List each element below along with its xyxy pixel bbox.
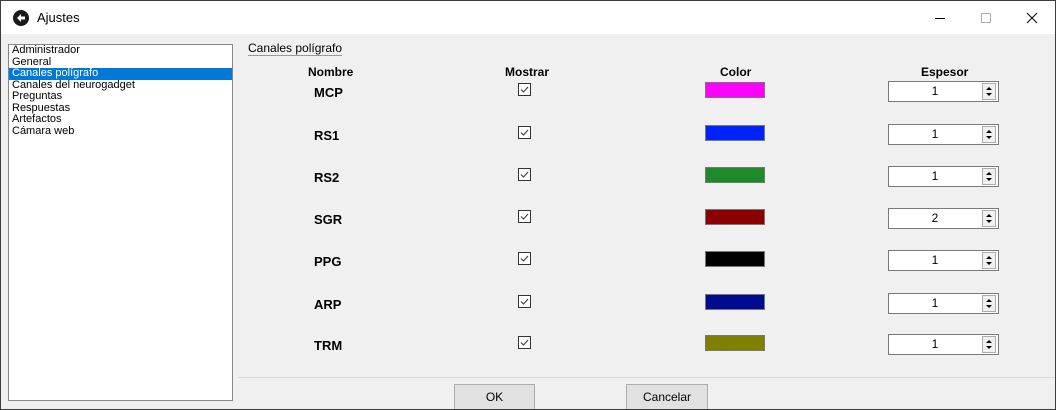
minimize-icon	[935, 17, 945, 19]
color-swatch[interactable]	[705, 335, 765, 351]
show-checkbox[interactable]	[518, 252, 531, 265]
thickness-stepper[interactable]: 1	[888, 250, 999, 271]
channel-row: MCP 1	[238, 81, 1055, 102]
nav-item-canales-poligrafo[interactable]: Canales polígrafo	[9, 68, 232, 80]
channel-row: RS1 1	[238, 124, 1055, 145]
ok-button[interactable]: OK	[454, 384, 535, 409]
spin-buttons[interactable]	[982, 168, 996, 185]
channel-name: RS2	[314, 170, 340, 185]
column-header-show: Mostrar	[505, 65, 550, 79]
column-header-thickness: Espesor	[921, 65, 969, 79]
spin-buttons[interactable]	[982, 83, 996, 100]
spin-buttons[interactable]	[982, 252, 996, 269]
spin-arrows-icon	[986, 256, 992, 265]
show-checkbox[interactable]	[518, 126, 531, 139]
title-bar: Ajustes	[1, 1, 1055, 34]
checkmark-icon	[520, 86, 529, 93]
color-swatch[interactable]	[705, 167, 765, 183]
maximize-icon	[981, 12, 991, 23]
checkmark-icon	[520, 339, 529, 346]
spin-arrows-icon	[986, 130, 992, 139]
channel-name: TRM	[314, 338, 343, 353]
channel-name: SGR	[314, 212, 343, 227]
show-checkbox[interactable]	[518, 336, 531, 349]
checkmark-icon	[520, 298, 529, 305]
color-swatch[interactable]	[705, 251, 765, 267]
spin-arrows-icon	[986, 87, 992, 96]
channel-row: ARP 1	[238, 293, 1055, 314]
checkmark-icon	[520, 171, 529, 178]
spin-buttons[interactable]	[982, 210, 996, 227]
maximize-button[interactable]	[963, 1, 1009, 34]
app-logo-icon	[13, 10, 29, 26]
cancel-button[interactable]: Cancelar	[626, 384, 708, 409]
thickness-value[interactable]: 2	[889, 211, 981, 225]
color-swatch[interactable]	[705, 294, 765, 310]
spin-buttons[interactable]	[982, 126, 996, 143]
thickness-stepper[interactable]: 1	[888, 293, 999, 314]
spin-buttons[interactable]	[982, 336, 996, 353]
thickness-value[interactable]: 1	[889, 127, 981, 141]
thickness-stepper[interactable]: 2	[888, 208, 999, 229]
checkmark-icon	[520, 213, 529, 220]
thickness-stepper[interactable]: 1	[888, 166, 999, 187]
channel-row: TRM 1	[238, 334, 1055, 355]
channel-row: PPG 1	[238, 250, 1055, 271]
thickness-value[interactable]: 1	[889, 84, 981, 98]
checkmark-icon	[520, 255, 529, 262]
channels-panel: Canales polígrafo Nombre Mostrar Color E…	[238, 42, 1055, 378]
thickness-stepper[interactable]: 1	[888, 124, 999, 145]
color-swatch[interactable]	[705, 82, 765, 98]
column-header-name: Nombre	[308, 65, 354, 79]
channel-row: SGR 2	[238, 208, 1055, 229]
thickness-value[interactable]: 1	[889, 296, 981, 310]
window-title: Ajustes	[37, 10, 80, 25]
column-header-color: Color	[720, 65, 752, 79]
show-checkbox[interactable]	[518, 295, 531, 308]
color-swatch[interactable]	[705, 125, 765, 141]
nav-item-camara-web[interactable]: Cámara web	[9, 125, 232, 138]
close-icon	[1026, 12, 1038, 23]
thickness-stepper[interactable]: 1	[888, 81, 999, 102]
nav-item-administrador[interactable]: Administrador	[9, 45, 232, 57]
channel-name: RS1	[314, 128, 340, 143]
channel-name: ARP	[314, 297, 342, 312]
spin-buttons[interactable]	[982, 295, 996, 312]
spin-arrows-icon	[986, 214, 992, 223]
color-swatch[interactable]	[705, 209, 765, 225]
spin-arrows-icon	[986, 340, 992, 349]
nav-item-preguntas[interactable]: Preguntas	[9, 91, 232, 103]
show-checkbox[interactable]	[518, 168, 531, 181]
settings-window: Ajustes Administrador General Canales po…	[0, 0, 1056, 410]
nav-item-artefactos[interactable]: Artefactos	[9, 114, 232, 126]
checkmark-icon	[520, 129, 529, 136]
channel-name: PPG	[314, 254, 342, 269]
thickness-value[interactable]: 1	[889, 253, 981, 267]
show-checkbox[interactable]	[518, 83, 531, 96]
spin-arrows-icon	[986, 299, 992, 308]
thickness-value[interactable]: 1	[889, 337, 981, 351]
minimize-button[interactable]	[917, 1, 963, 34]
channel-row: RS2 1	[238, 166, 1055, 187]
group-title: Canales polígrafo	[248, 41, 343, 56]
settings-category-list: Administrador General Canales polígrafo …	[8, 44, 233, 401]
show-checkbox[interactable]	[518, 210, 531, 223]
channel-name: MCP	[314, 85, 343, 100]
spin-arrows-icon	[986, 172, 992, 181]
thickness-stepper[interactable]: 1	[888, 334, 999, 355]
close-button[interactable]	[1009, 1, 1055, 34]
thickness-value[interactable]: 1	[889, 169, 981, 183]
